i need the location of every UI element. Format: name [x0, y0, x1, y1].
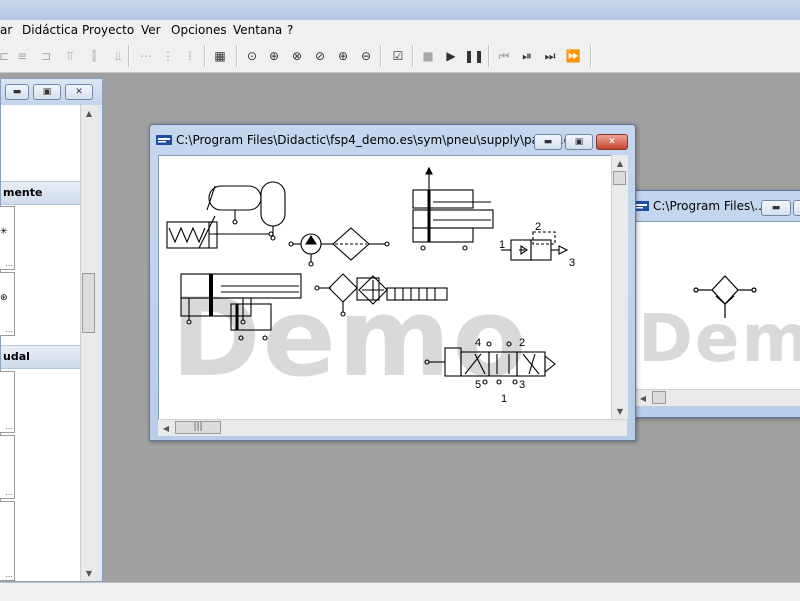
library-scrollbar[interactable]: ▲ ▼	[80, 105, 97, 581]
minimize-icon[interactable]: ▬	[5, 84, 29, 100]
align-center-icon[interactable]: ≡	[12, 46, 32, 66]
scroll-thumb[interactable]	[652, 391, 666, 404]
component-symbol-icon: ✳	[0, 227, 8, 237]
library-section-header[interactable]: mente	[1, 181, 80, 205]
distribute-icon[interactable]: ⁞	[180, 46, 200, 66]
align-bottom-icon[interactable]: ⫫	[108, 46, 128, 66]
menu-item-proyecto[interactable]: Proyecto	[82, 23, 134, 37]
minimize-icon[interactable]: ▬	[761, 200, 791, 216]
component-library-window: ▬ ▣ ✕ mente ✳ ... ⊛ ... udal ... ... ...…	[0, 78, 103, 582]
zoom-page-icon[interactable]: ⊘	[310, 46, 330, 66]
circuit-canvas[interactable]: Demo	[635, 221, 800, 391]
maximize-icon[interactable]: ▣	[793, 200, 800, 216]
scroll-down-icon[interactable]: ▼	[81, 565, 97, 581]
port-label: 2	[519, 337, 525, 349]
scroll-thumb[interactable]	[82, 273, 95, 333]
scroll-thumb[interactable]: |||	[175, 421, 221, 434]
menu-bar: ar Didáctica Proyecto Ver Opciones Venta…	[0, 20, 800, 42]
maximize-icon[interactable]: ▣	[33, 84, 61, 100]
grid-icon[interactable]: ▦	[210, 46, 230, 66]
library-item[interactable]: ...	[0, 371, 15, 433]
vertical-scrollbar[interactable]: ▲ ▼	[611, 155, 628, 419]
step-forward-icon[interactable]: ⏭	[540, 46, 560, 66]
port-label: 3	[519, 379, 525, 391]
secondary-circuit-window[interactable]: C:\Program Files\... ▬ ▣ Demo ◀	[626, 190, 800, 418]
port-label: 1	[501, 393, 507, 405]
menu-item-ventana[interactable]: Ventana	[233, 23, 282, 37]
app-title-bar	[0, 0, 800, 20]
library-item[interactable]: ⊛ ...	[0, 272, 15, 336]
port-label: 3	[569, 257, 575, 269]
scroll-thumb[interactable]	[613, 171, 626, 185]
library-section-header[interactable]: udal	[1, 345, 80, 369]
main-circuit-window[interactable]: C:\Program Files\Didactic\fsp4_demo.es\s…	[149, 124, 636, 441]
align-top-icon[interactable]: ⫪	[60, 46, 80, 66]
menu-item-ver[interactable]: Ver	[141, 23, 161, 37]
library-list: mente ✳ ... ⊛ ... udal ... ... ...	[0, 105, 80, 581]
menu-item-ar[interactable]: ar	[0, 23, 12, 37]
zoom-fit-icon[interactable]: ⊕	[264, 46, 284, 66]
scroll-left-icon[interactable]: ◀	[635, 390, 651, 406]
scroll-down-icon[interactable]: ▼	[612, 403, 628, 419]
rewind-icon[interactable]: ⏮	[494, 46, 514, 66]
fast-forward-icon[interactable]: ⏩	[563, 46, 583, 66]
component-symbol-icon: ⊛	[0, 293, 8, 303]
align-right-icon[interactable]: ⊐	[36, 46, 56, 66]
port-label: 4	[475, 337, 481, 349]
horizontal-scrollbar[interactable]: ◀ |||	[158, 419, 627, 436]
check-icon[interactable]: ☑	[388, 46, 408, 66]
pause-icon[interactable]: ❚❚	[464, 46, 484, 66]
distribute-h-icon[interactable]: ⋯	[136, 46, 156, 66]
zoom-in-icon[interactable]: ⊕	[333, 46, 353, 66]
port-label: 2	[535, 221, 541, 233]
port-label: 5	[475, 379, 481, 391]
close-icon[interactable]: ✕	[596, 134, 628, 150]
distribute-v-icon[interactable]: ⋮	[158, 46, 178, 66]
stop-icon[interactable]: ■	[418, 46, 438, 66]
library-caption: ▬ ▣ ✕	[1, 79, 102, 105]
align-middle-icon[interactable]: ⫿	[84, 46, 104, 66]
circuit-canvas[interactable]: Demo	[158, 155, 613, 421]
window-title: C:\Program Files\...	[653, 199, 766, 213]
library-item[interactable]: ✳ ...	[0, 206, 15, 270]
zoom-out-icon[interactable]: ⊖	[356, 46, 376, 66]
menu-item-opciones[interactable]: Opciones	[171, 23, 227, 37]
pneumatic-circuit-diagram: 2 1 3 4 2 5 3 1	[166, 166, 575, 405]
maximize-icon[interactable]: ▣	[565, 134, 593, 150]
scroll-left-icon[interactable]: ◀	[158, 420, 174, 436]
play-icon[interactable]: ▶	[441, 46, 461, 66]
status-bar	[0, 582, 800, 601]
zoom-window-icon[interactable]: ⊗	[287, 46, 307, 66]
logo-festo-icon	[156, 135, 172, 145]
scroll-up-icon[interactable]: ▲	[612, 155, 628, 171]
step-icon[interactable]: ⏯	[517, 46, 537, 66]
menu-item-help[interactable]: ?	[287, 23, 293, 37]
window-title: C:\Program Files\Didactic\fsp4_demo.es\s…	[176, 133, 575, 147]
menu-item-didactica[interactable]: Didáctica	[22, 23, 78, 37]
library-item[interactable]: ...	[0, 435, 15, 499]
zoom-icon[interactable]: ⊙	[242, 46, 262, 66]
close-icon[interactable]: ✕	[65, 84, 93, 100]
minimize-icon[interactable]: ▬	[534, 134, 562, 150]
horizontal-scrollbar[interactable]: ◀	[635, 389, 800, 406]
filter-symbol	[693, 275, 757, 318]
scroll-up-icon[interactable]: ▲	[81, 105, 97, 121]
toolbar: ⊏ ≡ ⊐ ⫪ ⫿ ⫫ ⋯ ⋮ ⁞ ▦ ⊙ ⊕ ⊗ ⊘ ⊕ ⊖ ☑ ■ ▶ ❚❚…	[0, 41, 800, 73]
port-label: 1	[499, 239, 505, 251]
library-item[interactable]: ...	[0, 501, 15, 581]
